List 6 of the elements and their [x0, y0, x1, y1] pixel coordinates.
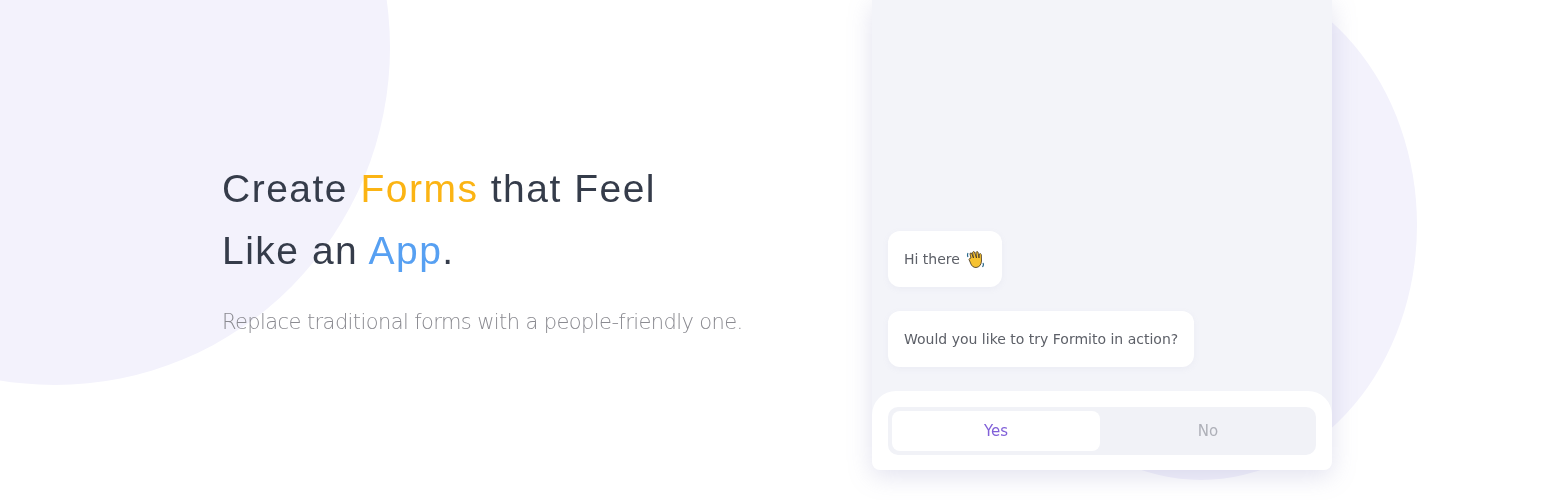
- message-text: Would you like to try Formito in action?: [904, 331, 1179, 347]
- subtitle: Replace traditional forms with a people-friendly one.: [222, 310, 744, 334]
- choice-button[interactable]: Yes: [892, 411, 1100, 451]
- waving-hand-icon: [965, 249, 986, 269]
- message-text: Hi there: [904, 251, 960, 267]
- headline: Create Forms that Feel Like an App.: [222, 166, 657, 274]
